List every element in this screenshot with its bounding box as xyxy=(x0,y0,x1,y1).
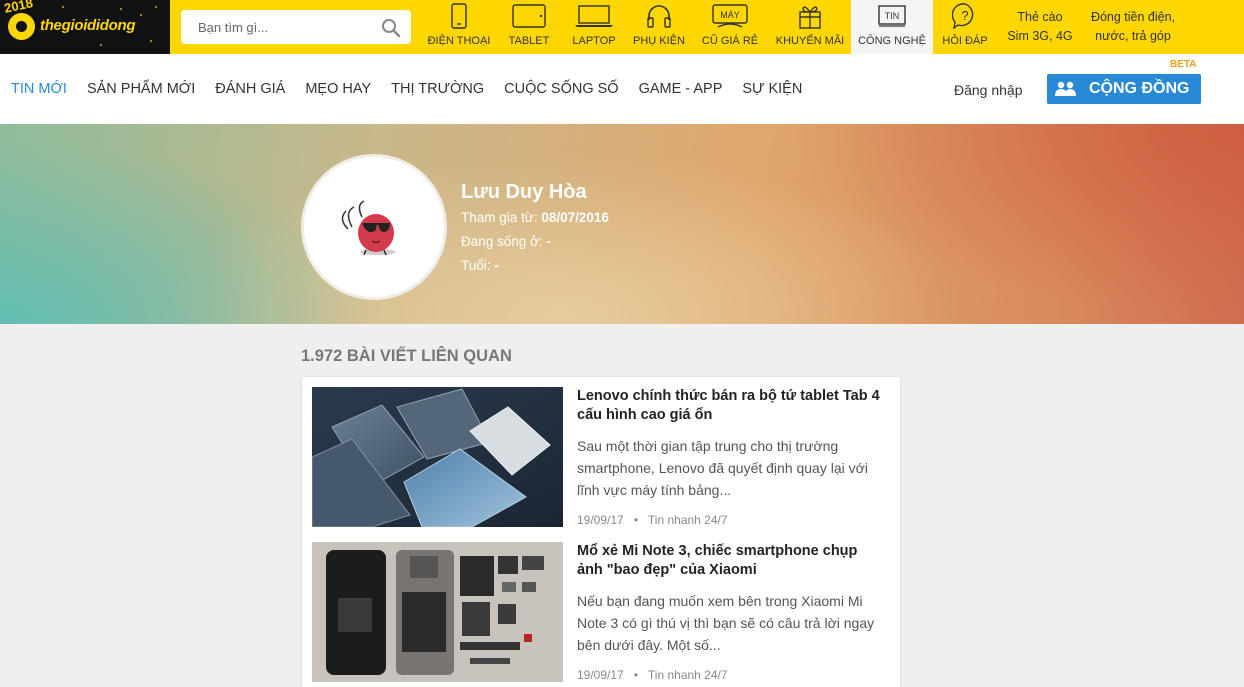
headphones-icon xyxy=(647,5,671,28)
profile-location: Đang sống ở: - xyxy=(461,234,551,249)
logo-mark-icon xyxy=(8,13,35,40)
nav-bills-line1: Đóng tiền điện, xyxy=(1090,10,1176,24)
community-button[interactable]: CỘNG ĐỒNG xyxy=(1047,74,1201,104)
profile-banner: Lưu Duy Hòa Tham gia từ: 08/07/2016 Đang… xyxy=(0,124,1244,324)
profile-location-label: Đang sống ở: xyxy=(461,234,547,249)
profile-name: Lưu Duy Hòa xyxy=(461,181,587,203)
article-list: Lenovo chính thức bán ra bộ tứ tablet Ta… xyxy=(301,376,901,687)
search-input[interactable] xyxy=(181,10,371,44)
tablets-image xyxy=(312,387,563,527)
nav-bills[interactable]: Đóng tiền điện, nước, trả góp xyxy=(1083,0,1183,54)
nav-topup[interactable]: Thẻ cào Sim 3G, 4G xyxy=(997,0,1083,54)
profile-joined: Tham gia từ: 08/07/2016 xyxy=(461,210,609,225)
profile-location-value: - xyxy=(546,234,551,249)
tech-badge: TIN xyxy=(885,11,900,21)
article-description: Sau một thời gian tập trung cho thị trườ… xyxy=(577,438,868,498)
nav-topup-line2: Sim 3G, 4G xyxy=(1007,29,1073,43)
nav-used-label: CŨ GIÁ RẺ xyxy=(701,35,759,47)
category-latest[interactable]: TIN MỚI xyxy=(0,81,77,97)
svg-text:?: ? xyxy=(961,8,968,23)
separator-dot: • xyxy=(633,668,638,682)
profile-age-label: Tuổi: xyxy=(461,258,495,273)
used-badge: MÁY xyxy=(720,10,740,20)
tablet-icon xyxy=(512,4,546,28)
nav-used[interactable]: MÁY CŨ GIÁ RẺ xyxy=(691,0,769,54)
articles-count-title: 1.972 BÀI VIẾT LIÊN QUAN xyxy=(301,347,512,365)
nav-topup-line1: Thẻ cào xyxy=(1017,10,1063,24)
avatar-image xyxy=(341,200,396,256)
logo[interactable]: 2018 thegioididong xyxy=(0,0,170,54)
profile-joined-label: Tham gia từ: xyxy=(461,210,542,225)
nav-qa-label: HỎI ĐÁP xyxy=(942,35,988,47)
nav-accessories[interactable]: PHỤ KIỆN xyxy=(627,0,691,54)
news-icon: TIN xyxy=(878,5,906,27)
nav-promo-label: KHUYẾN MÃI xyxy=(775,35,845,47)
nav-phone[interactable]: ĐIỆN THOẠI xyxy=(421,0,497,54)
category-nav: TIN MỚI SẢN PHẨM MỚI ĐÁNH GIÁ MẸO HAY TH… xyxy=(0,54,1244,124)
avatar xyxy=(301,154,447,300)
article-title[interactable]: Mổ xẻ Mi Note 3, chiếc smartphone chụp ả… xyxy=(577,542,887,580)
separator-dot: • xyxy=(633,513,638,527)
profile-age: Tuổi: - xyxy=(461,258,499,273)
login-link[interactable]: Đăng nhập xyxy=(954,82,1023,98)
article-thumbnail[interactable] xyxy=(312,387,563,527)
nav-technology[interactable]: TIN CÔNG NGHỆ xyxy=(851,0,933,54)
category-game-app[interactable]: GAME - APP xyxy=(629,81,733,97)
top-bar: 2018 thegioididong ĐIỆN THOẠI TABLET LAP… xyxy=(0,0,1244,54)
gift-icon xyxy=(799,6,821,29)
nav-accessories-label: PHỤ KIỆN xyxy=(633,35,685,47)
beta-badge: BETA xyxy=(1170,59,1197,70)
laptop-icon xyxy=(575,5,613,27)
old-device-icon: MÁY xyxy=(712,4,748,28)
nav-phone-label: ĐIỆN THOẠI xyxy=(427,35,491,47)
nav-technology-label: CÔNG NGHỆ xyxy=(858,35,926,47)
search-box xyxy=(181,10,411,44)
article-title[interactable]: Lenovo chính thức bán ra bộ tứ tablet Ta… xyxy=(577,387,887,425)
nav-laptop-label: LAPTOP xyxy=(572,35,616,47)
category-tips[interactable]: MẸO HAY xyxy=(295,81,381,97)
category-events[interactable]: SỰ KIỆN xyxy=(732,81,812,97)
nav-tablet-label: TABLET xyxy=(508,35,550,47)
community-label: CỘNG ĐỒNG xyxy=(1089,80,1190,97)
category-market[interactable]: THỊ TRƯỜNG xyxy=(381,81,494,97)
article-date: 19/09/17 xyxy=(577,668,624,682)
logo-brand: thegioididong xyxy=(40,17,136,34)
category-reviews[interactable]: ĐÁNH GIÁ xyxy=(205,81,295,97)
phone-icon xyxy=(451,3,467,29)
profile-age-value: - xyxy=(494,258,499,273)
article-date: 19/09/17 xyxy=(577,513,624,527)
article-category[interactable]: Tin nhanh 24/7 xyxy=(648,668,728,682)
category-list: TIN MỚI SẢN PHẨM MỚI ĐÁNH GIÁ MẸO HAY TH… xyxy=(0,54,812,124)
teardown-image xyxy=(312,542,563,682)
nav-laptop[interactable]: LAPTOP xyxy=(561,0,627,54)
category-digital-life[interactable]: CUỘC SỐNG SỐ xyxy=(494,81,628,97)
nav-tablet[interactable]: TABLET xyxy=(497,0,561,54)
question-icon: ? xyxy=(952,3,974,29)
nav-qa[interactable]: ? HỎI ĐÁP xyxy=(933,0,997,54)
search-icon[interactable] xyxy=(381,18,401,38)
main-nav: ĐIỆN THOẠI TABLET LAPTOP PHỤ KIỆN MÁY CŨ… xyxy=(421,0,1183,54)
category-new-products[interactable]: SẢN PHẨM MỚI xyxy=(77,81,205,97)
article-thumbnail[interactable] xyxy=(312,542,563,682)
profile-joined-value: 08/07/2016 xyxy=(541,210,609,225)
nav-promo[interactable]: KHUYẾN MÃI xyxy=(769,0,851,54)
article-meta: 19/09/17 • Tin nhanh 24/7 xyxy=(577,513,728,527)
article-description: Nếu bạn đang muốn xem bên trong Xiaomi M… xyxy=(577,593,875,653)
nav-bills-line2: nước, trả góp xyxy=(1095,29,1171,43)
article-meta: 19/09/17 • Tin nhanh 24/7 xyxy=(577,668,728,682)
article-category[interactable]: Tin nhanh 24/7 xyxy=(648,513,728,527)
people-icon xyxy=(1055,81,1076,96)
